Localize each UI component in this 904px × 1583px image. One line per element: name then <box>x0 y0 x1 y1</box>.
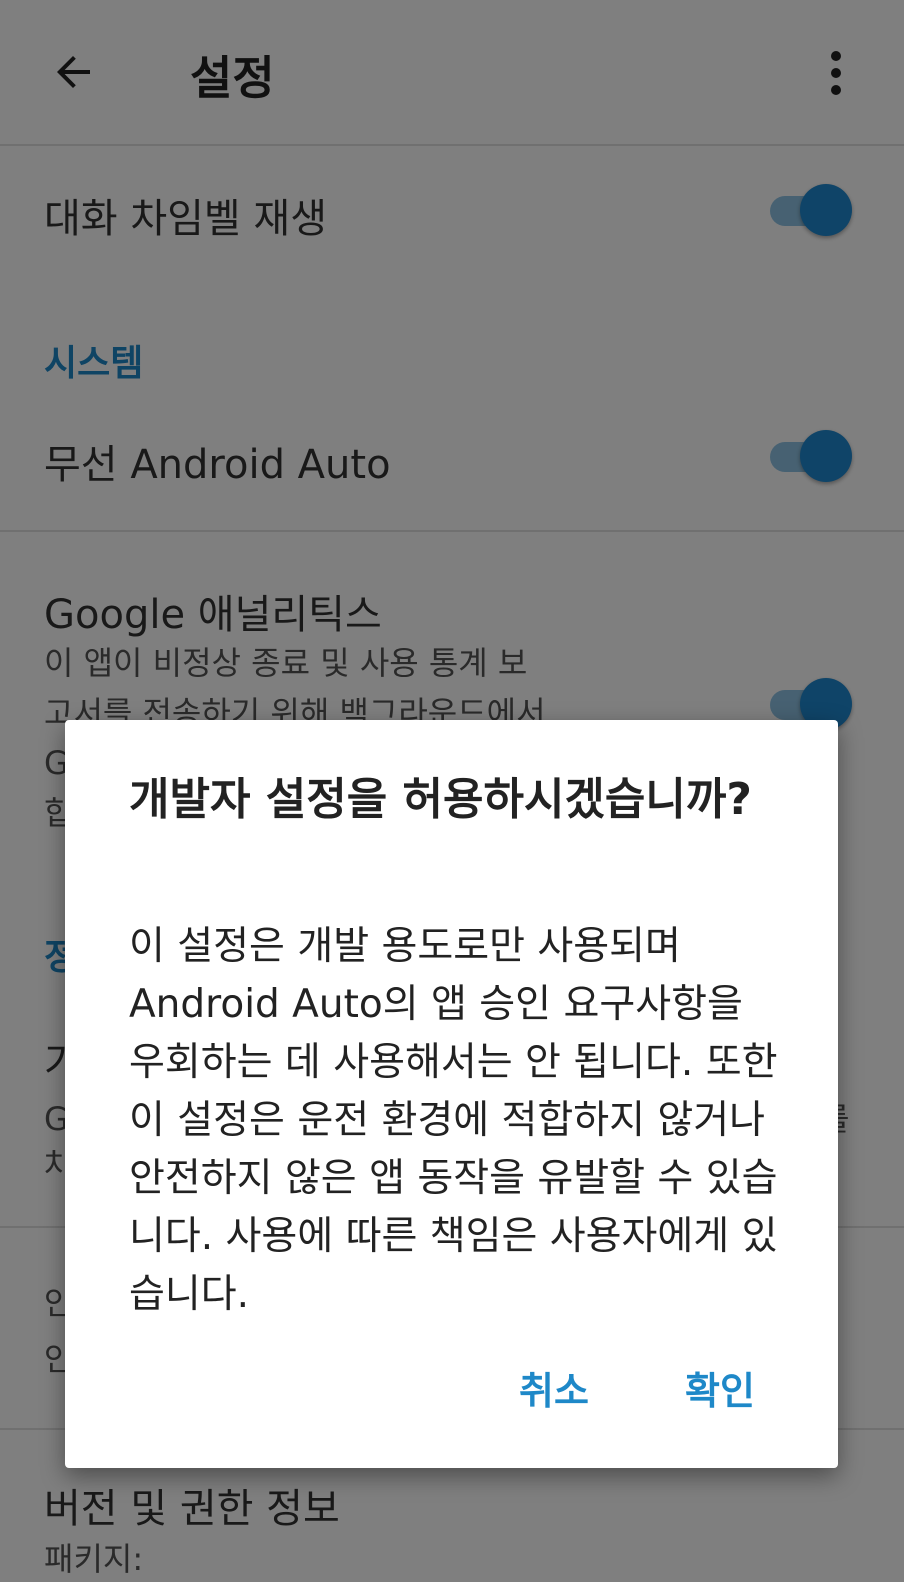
cancel-button[interactable]: 취소 <box>511 1356 597 1419</box>
dialog-title: 개발자 설정을 허용하시겠습니까? <box>129 774 752 825</box>
ok-button[interactable]: 확인 <box>677 1356 763 1419</box>
dialog-message: 이 설정은 개발 용도로만 사용되며 Android Auto의 앱 승인 요구… <box>129 924 778 1317</box>
developer-settings-dialog: 개발자 설정을 허용하시겠습니까? 이 설정은 개발 용도로만 사용되며 And… <box>65 720 838 1468</box>
